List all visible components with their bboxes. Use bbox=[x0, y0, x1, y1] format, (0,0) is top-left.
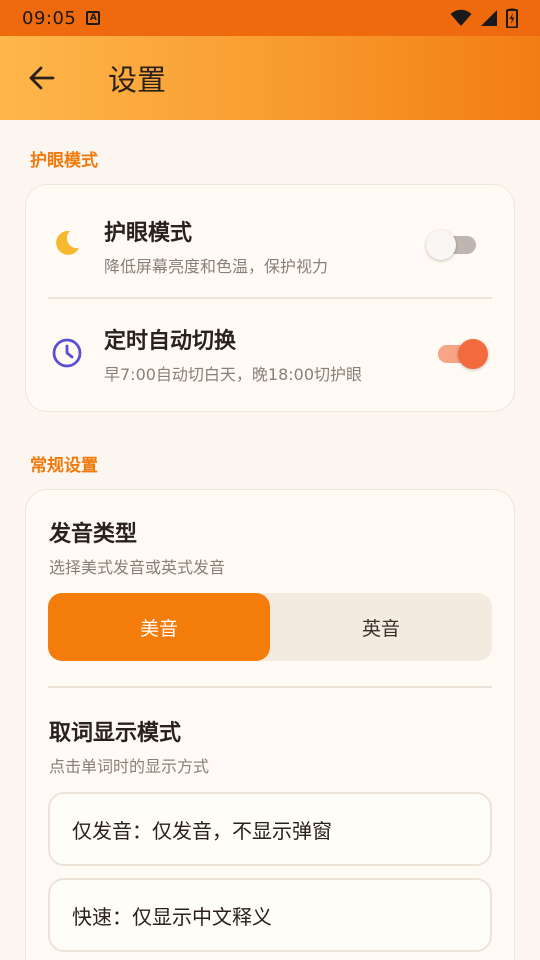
toggle-thumb bbox=[458, 339, 488, 369]
display-mode-title: 取词显示模式 bbox=[49, 721, 182, 746]
pronunciation-title: 发音类型 bbox=[49, 522, 138, 547]
display-mode-subtitle: 点击单词时的显示方式 bbox=[49, 757, 210, 776]
american-pronunciation-button[interactable]: 美音 bbox=[48, 593, 270, 661]
pronunciation-segmented-control: 美音 英音 bbox=[48, 593, 492, 661]
status-time: 09:05 bbox=[22, 7, 77, 29]
status-bar: 09:05 A bbox=[0, 0, 540, 36]
timer-switch-title: 定时自动切换 bbox=[104, 329, 237, 354]
text-a-icon: A bbox=[86, 11, 101, 25]
wifi-icon bbox=[450, 9, 472, 26]
section-label-general: 常规设置 bbox=[30, 456, 98, 476]
timer-switch-text: 定时自动切换 早7:00自动切白天，晚18:00切护眼 bbox=[104, 323, 362, 385]
timer-switch-subtitle: 早7:00自动切白天，晚18:00切护眼 bbox=[104, 365, 363, 384]
page-title: 设置 bbox=[108, 63, 167, 97]
timer-switch-row[interactable]: 定时自动切换 早7:00自动切白天，晚18:00切护眼 bbox=[26, 299, 514, 411]
signal-icon bbox=[481, 10, 497, 26]
divider bbox=[48, 686, 492, 688]
british-pronunciation-button[interactable]: 英音 bbox=[270, 593, 492, 661]
general-card: 发音类型 选择美式发音或英式发音 美音 英音 取词显示模式 点击单词时的显示方式… bbox=[25, 489, 515, 960]
battery-charging-icon bbox=[506, 8, 518, 28]
eye-mode-subtitle: 降低屏幕亮度和色温，保护视力 bbox=[104, 257, 329, 276]
display-mode-option-quick[interactable]: 快速：仅显示中文释义 bbox=[48, 878, 492, 952]
clock-icon bbox=[52, 338, 82, 368]
timer-switch-toggle[interactable] bbox=[436, 339, 488, 369]
app-bar: 设置 bbox=[0, 36, 540, 120]
eye-care-card: 护眼模式 降低屏幕亮度和色温，保护视力 定时自动切换 早7:00自动切白天，晚1… bbox=[25, 184, 515, 412]
pronunciation-subtitle: 选择美式发音或英式发音 bbox=[49, 558, 226, 577]
display-mode-option-pronounce-only[interactable]: 仅发音：仅发音，不显示弹窗 bbox=[48, 792, 492, 866]
status-icons bbox=[450, 8, 518, 28]
eye-mode-toggle[interactable] bbox=[426, 230, 478, 260]
section-label-eye-care: 护眼模式 bbox=[30, 151, 98, 171]
eye-mode-text: 护眼模式 降低屏幕亮度和色温，保护视力 bbox=[104, 215, 328, 277]
arrow-left-icon bbox=[29, 66, 55, 90]
moon-icon bbox=[56, 230, 79, 255]
eye-mode-row[interactable]: 护眼模式 降低屏幕亮度和色温，保护视力 bbox=[26, 187, 514, 299]
toggle-thumb bbox=[426, 230, 456, 260]
eye-mode-title: 护眼模式 bbox=[104, 221, 193, 246]
back-button[interactable] bbox=[14, 50, 70, 106]
